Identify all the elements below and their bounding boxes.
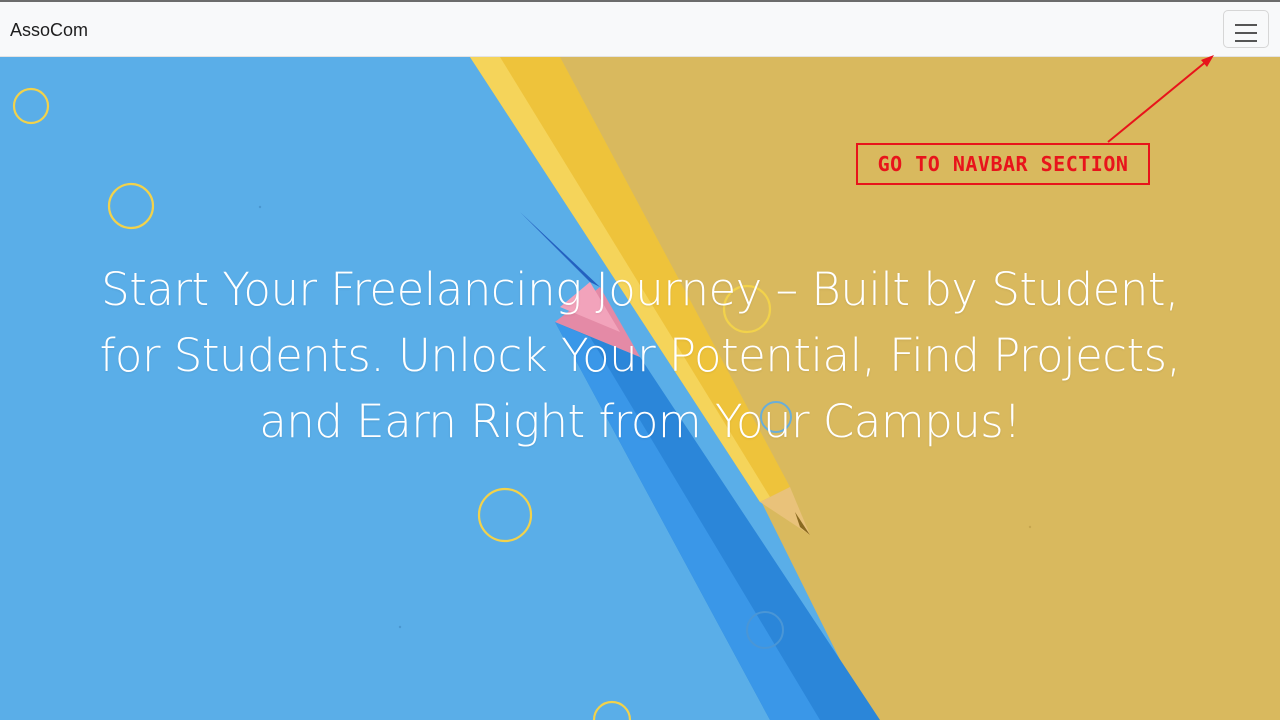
annotation-label: GO TO NAVBAR SECTION (856, 143, 1150, 185)
navbar: AssoCom (0, 0, 1280, 57)
navbar-brand[interactable]: AssoCom (10, 19, 88, 41)
navbar-toggler-button[interactable] (1223, 10, 1269, 48)
page: AssoCom Start Your Freelancing Journey –… (0, 0, 1280, 720)
hamburger-menu-icon (1235, 24, 1257, 42)
hero-headline: Start Your Freelancing Journey – Built b… (99, 263, 1181, 448)
